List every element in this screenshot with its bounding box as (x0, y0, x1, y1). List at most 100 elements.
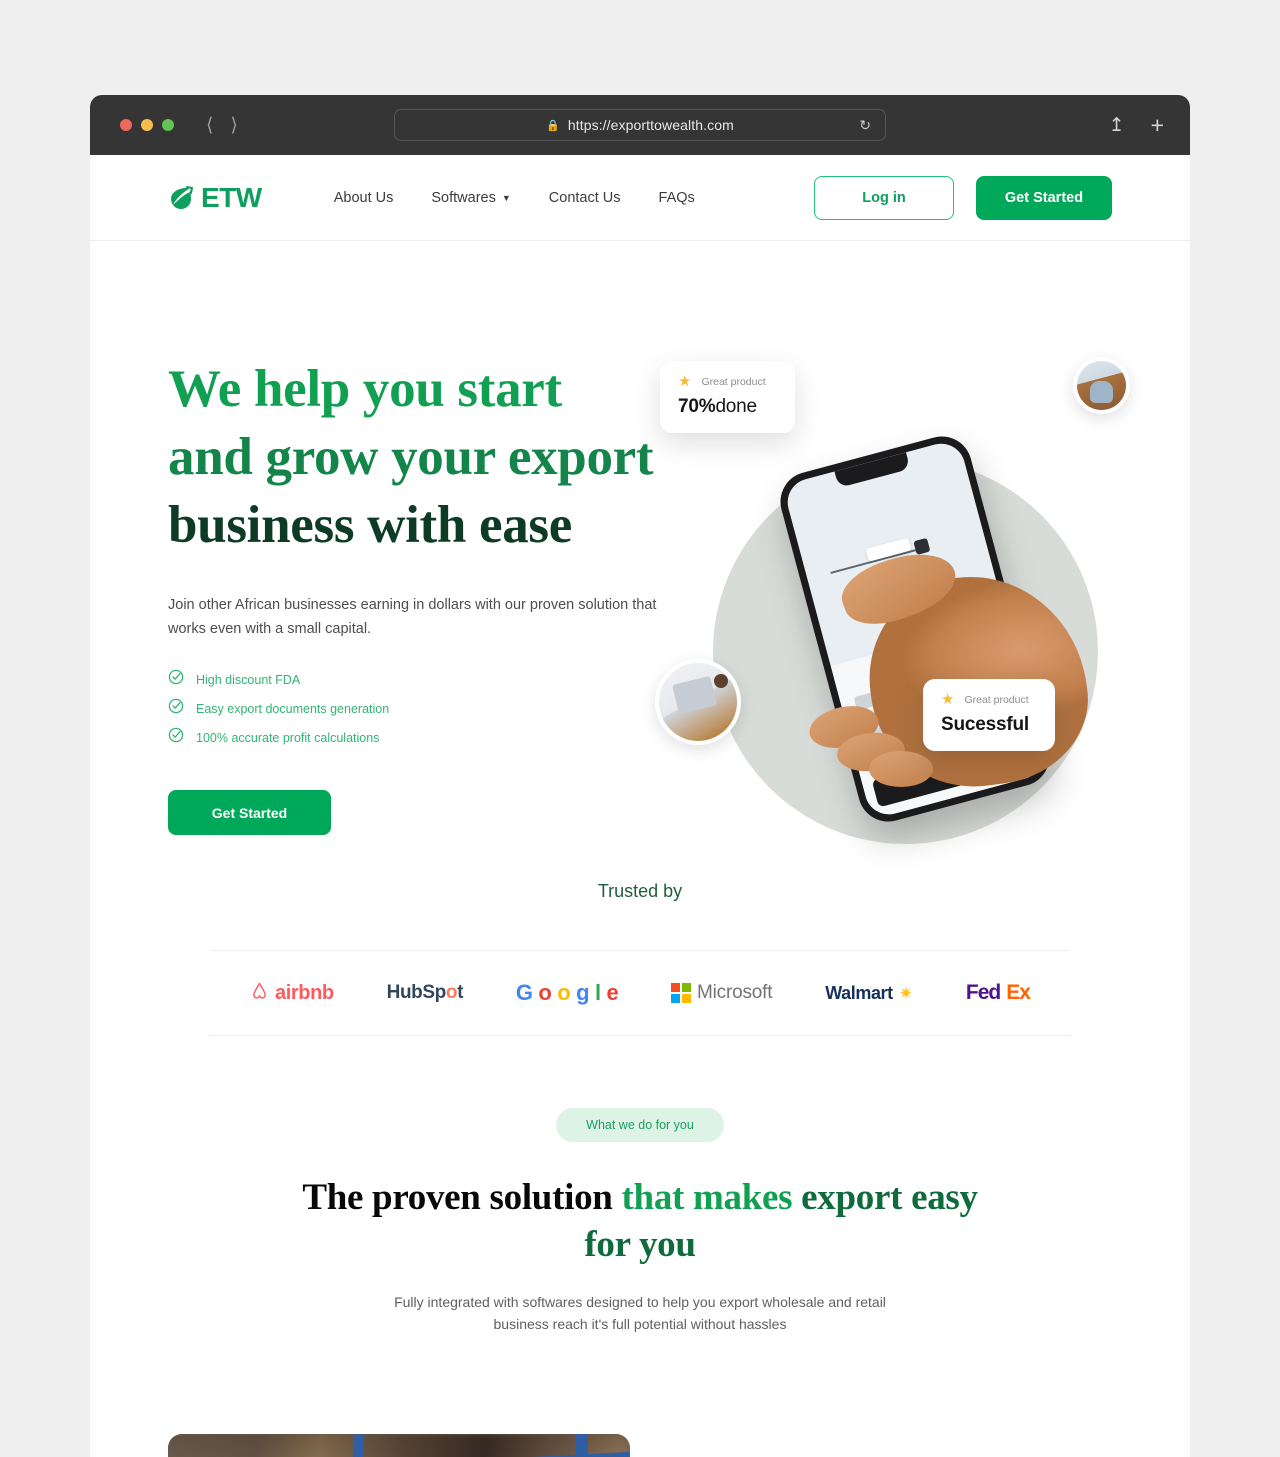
hero-illustration: ★ Great product 70%done ★ Great product … (655, 351, 1130, 844)
phone-notch (834, 452, 911, 488)
headline-line-3: business with ease (168, 495, 572, 554)
headline-line-1: We help you start (168, 360, 562, 418)
hubspot-part-a: HubSp (386, 982, 447, 1003)
plus-icon[interactable]: + (1151, 113, 1164, 137)
get-started-button-hero[interactable]: Get Started (168, 790, 331, 836)
feature-label: Easy export documents generation (196, 701, 390, 716)
browser-window: ⟨ ⟩ 🔒 https://exporttowealth.com ↻ ↥ + E… (90, 95, 1190, 1457)
logo-google: Google (515, 980, 619, 1006)
list-item: Easy export documents generation (168, 698, 668, 719)
check-circle-icon (168, 698, 184, 719)
google-letter: G (515, 980, 533, 1005)
section-pill-badge: What we do for you (556, 1108, 724, 1142)
address-bar[interactable]: 🔒 https://exporttowealth.com ↻ (394, 109, 886, 141)
close-window-button[interactable] (120, 119, 132, 131)
logo-fedex: Fed Ex (965, 981, 1031, 1005)
brand-name: ETW (201, 181, 262, 213)
forward-arrow-icon[interactable]: ⟩ (230, 116, 237, 135)
back-arrow-icon[interactable]: ⟨ (206, 116, 213, 135)
badge-label: Great product (964, 693, 1029, 706)
avatar-customer (1073, 357, 1130, 414)
badge-label: Great product (701, 375, 766, 388)
warehouse-photo (168, 1434, 630, 1457)
avatar-workspace (655, 659, 741, 745)
hero-section: We help you start and grow your export b… (90, 241, 1190, 844)
desk-photo (659, 663, 737, 741)
site-header: ETW About Us Softwares ▼ Contact Us FAQs… (90, 155, 1190, 241)
google-letter: g (576, 980, 589, 1005)
fedex-fed: Fed (965, 981, 1001, 1004)
page-title: We help you start and grow your export b… (168, 356, 668, 559)
main-menu: About Us Softwares ▼ Contact Us FAQs (334, 190, 695, 206)
microsoft-wordmark: Microsoft (697, 982, 773, 1003)
logo-walmart: Walmart ✷ (825, 983, 913, 1004)
hubspot-sprocket: o (445, 982, 458, 1003)
logo-microsoft: Microsoft (671, 982, 772, 1004)
star-icon: ★ (678, 373, 692, 390)
section-subtitle: Fully integrated with softwares designed… (394, 1293, 886, 1333)
google-letter: e (606, 980, 619, 1005)
list-item: High discount FDA (168, 669, 668, 690)
person-photo (1077, 361, 1126, 410)
trusted-by-title: Trusted by (597, 881, 683, 901)
minimize-window-button[interactable] (141, 119, 153, 131)
walmart-spark-icon: ✷ (898, 983, 914, 1003)
check-circle-icon (168, 727, 184, 748)
nav-item-about-us[interactable]: About Us (334, 190, 394, 206)
airbnb-wordmark: airbnb (275, 981, 334, 1004)
list-item: 100% accurate profit calculations (168, 727, 668, 748)
google-letter: o (557, 980, 571, 1005)
check-circle-icon (168, 669, 184, 690)
maximize-window-button[interactable] (162, 119, 174, 131)
feature-list: High discount FDA Easy export documents … (168, 669, 668, 748)
section-title-dark: The proven solution (302, 1177, 622, 1218)
nav-label: Contact Us (548, 189, 621, 206)
google-letter: l (594, 980, 601, 1005)
airbnb-icon (250, 981, 269, 1005)
nav-label: About Us (333, 189, 394, 206)
google-letter: o (538, 980, 552, 1005)
get-started-button-header[interactable]: Get Started (976, 175, 1112, 220)
nav-label: FAQs (658, 189, 695, 206)
fedex-ex: Ex (1006, 981, 1031, 1004)
login-button[interactable]: Log in (814, 175, 954, 220)
nav-item-contact-us[interactable]: Contact Us (549, 190, 621, 206)
star-icon: ★ (941, 691, 955, 708)
walmart-wordmark: Walmart (825, 982, 893, 1003)
chrome-actions: ↥ + (1109, 113, 1164, 137)
feature-label: 100% accurate profit calculations (196, 730, 380, 745)
header-actions: Log in Get Started (814, 175, 1112, 220)
badge-value-bold: 70% (678, 396, 716, 417)
badge-value-light: done (715, 396, 757, 417)
section-title-green: that makes (621, 1177, 793, 1218)
logo-hubspot: HubSpot (386, 982, 464, 1004)
logo-airbnb: airbnb (250, 981, 334, 1005)
badge-value: 70%done (678, 396, 777, 418)
lock-icon: 🔒 (546, 119, 560, 132)
nav-item-faqs[interactable]: FAQs (659, 190, 695, 206)
microsoft-icon (671, 983, 692, 1003)
url-text: https://exporttowealth.com (567, 117, 734, 133)
hubspot-part-b: t (457, 982, 463, 1003)
reload-icon[interactable]: ↻ (859, 117, 871, 134)
window-controls (120, 119, 174, 131)
partner-logos: airbnb HubSpot Google Microsoft Walmart … (210, 950, 1070, 1036)
badge-header: ★ Great product (678, 374, 777, 389)
brand-logo[interactable]: ETW (168, 182, 262, 214)
badge-value: Sucessful (941, 714, 1029, 735)
nav-item-softwares[interactable]: Softwares ▼ (431, 190, 510, 206)
status-badge-successful: ★ Great product Sucessful (923, 679, 1055, 751)
headline-line-2: and grow your export (168, 427, 654, 486)
status-badge-progress: ★ Great product 70%done (660, 361, 795, 433)
feature-label: High discount FDA (196, 672, 301, 687)
share-icon[interactable]: ↥ (1109, 116, 1125, 135)
browser-navigation: ⟨ ⟩ (206, 116, 238, 135)
finger (869, 751, 933, 787)
map-pin-icon (913, 537, 931, 555)
nav-label: Softwares (431, 189, 496, 206)
section-title: The proven solution that makes export ea… (90, 1174, 1190, 1269)
hero-description: Join other African businesses earning in… (168, 597, 657, 637)
hubspot-wordmark: HubSpot (386, 982, 464, 1004)
badge-header: ★ Great product (941, 692, 1037, 707)
hero-copy: We help you start and grow your export b… (168, 356, 668, 836)
